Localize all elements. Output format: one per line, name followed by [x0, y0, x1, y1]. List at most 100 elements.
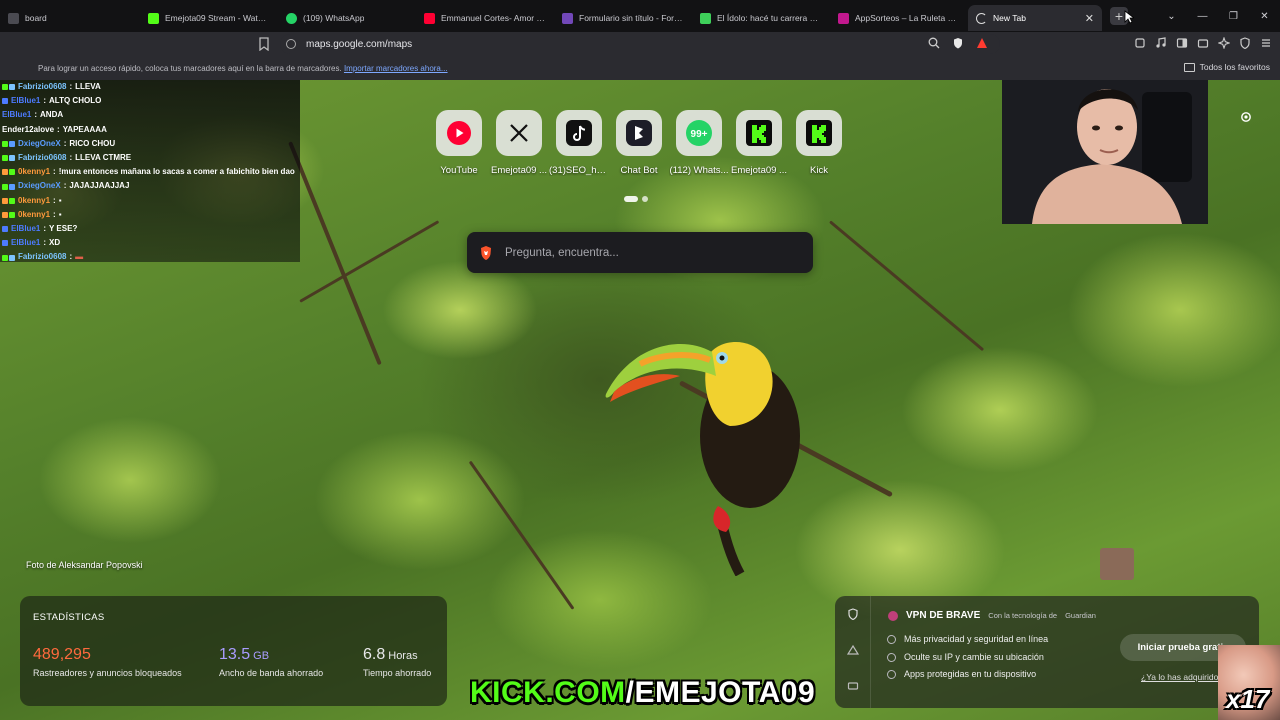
- chat-message: 0kenny1: ▪: [2, 194, 300, 208]
- photo-credit[interactable]: Foto de Aleksandar Popovski: [26, 560, 143, 570]
- vpn-shield-icon[interactable]: [847, 608, 859, 620]
- media-icon[interactable]: [1155, 37, 1167, 49]
- chat-message: DxiegOneX: RICO CHOU: [2, 137, 300, 151]
- tab-2[interactable]: (109) WhatsApp: [278, 5, 416, 31]
- talk-icon[interactable]: [847, 644, 859, 656]
- tab-label: board: [25, 13, 47, 23]
- shortcut-label: (112) Whats...: [669, 165, 729, 176]
- chat-message: ElBlue1: ANDA: [2, 108, 300, 122]
- tab-favicon: [8, 12, 19, 24]
- tab-4[interactable]: Formulario sin título - Formula: [554, 5, 692, 31]
- pager-dot[interactable]: [642, 196, 648, 202]
- kick-icon: [796, 110, 842, 156]
- time-value: 6.8: [363, 646, 386, 663]
- chat-user: Ender12alove: [2, 124, 55, 134]
- tab-label: El Ídolo: hacé tu carrera en la: [717, 13, 822, 23]
- guardian-logo: Guardian: [1065, 611, 1096, 620]
- shortcut-whatsapp[interactable]: 99+ (112) Whats...: [670, 110, 728, 176]
- chat-text: RICO CHOU: [69, 138, 116, 148]
- import-bookmarks-link[interactable]: Importar marcadores ahora...: [344, 64, 448, 73]
- tab-new-tab[interactable]: New Tab ✕: [968, 5, 1102, 31]
- zoom-icon[interactable]: [928, 37, 940, 49]
- vpn-header: VPN DE BRAVE Con la tecnología de Guardi…: [888, 610, 1096, 621]
- extensions-icon[interactable]: [1134, 37, 1146, 49]
- tab-label: AppSorteos – La Ruleta de la S: [855, 13, 960, 23]
- pager-dot-active[interactable]: [624, 196, 638, 202]
- tab-1[interactable]: Emejota09 Stream - Watch Live: [140, 5, 278, 31]
- chat-message: 0kenny1: !mura entonces mañana lo sacas a…: [2, 165, 300, 179]
- shortcut-emejota-kick[interactable]: Emejota09 ...: [731, 110, 787, 176]
- already-purchased-link[interactable]: ¿Ya lo has adquirido?: [1141, 672, 1223, 682]
- trackers-label: Rastreadores y anuncios bloqueados: [33, 668, 182, 678]
- shortcut-label: Emejota09 ...: [491, 165, 547, 176]
- kick-icon: [736, 110, 782, 156]
- chat-text: LLEVA: [75, 82, 101, 91]
- tab-label: New Tab: [993, 13, 1026, 23]
- tiktok-icon: [556, 110, 602, 156]
- sidebar-icon[interactable]: [1176, 37, 1188, 49]
- news-icon[interactable]: [847, 680, 859, 692]
- chat-user: ElBlue1: [2, 110, 32, 120]
- shortcut-label: Kick: [810, 165, 828, 176]
- youtube-icon: [436, 110, 482, 156]
- x-icon: [496, 110, 542, 156]
- tab-search-icon[interactable]: ⌄: [1156, 11, 1187, 22]
- shortcut-chat-bot[interactable]: Chat Bot: [616, 110, 662, 176]
- vpn-feature-text: Apps protegidas en tu dispositivo: [904, 669, 1037, 679]
- restore-icon[interactable]: ❐: [1218, 11, 1249, 22]
- webcam-overlay: [1002, 80, 1208, 224]
- menu-icon[interactable]: [1260, 37, 1272, 49]
- appsorteos-icon: [838, 12, 849, 24]
- site-info-icon[interactable]: [286, 39, 296, 49]
- mouse-cursor-icon: [1124, 10, 1134, 24]
- search-box[interactable]: [467, 232, 813, 273]
- leo-ai-icon[interactable]: [1218, 37, 1230, 49]
- all-favorites-button[interactable]: Todos los favoritos: [1183, 62, 1270, 72]
- bandwidth-label: Ancho de banda ahorrado: [219, 668, 324, 678]
- wallet-icon[interactable]: [1197, 37, 1209, 49]
- shortcut-kick[interactable]: Kick: [796, 110, 842, 176]
- bookmark-icon[interactable]: [258, 37, 270, 51]
- streamer-image: [1002, 80, 1208, 224]
- vpn-title: VPN DE BRAVE: [906, 610, 981, 621]
- tab-label: Formulario sin título - Formula: [579, 13, 684, 23]
- vpn-logo-icon: [888, 610, 898, 621]
- chat-message: ElBlue1: Y ESE?: [2, 222, 300, 236]
- chat-message: DxiegOneX: JAJAJJAAJJAJ: [2, 179, 300, 193]
- tab-0[interactable]: board: [0, 5, 140, 31]
- chat-message: Fabrizio0608: LLEVA CTMRE: [2, 151, 300, 165]
- vpn-icon[interactable]: [1239, 37, 1251, 49]
- shortcut-seo[interactable]: (31)SEO_ho...: [549, 110, 609, 176]
- tab-label: (109) WhatsApp: [303, 13, 365, 23]
- idolo-icon: [700, 12, 711, 24]
- settings-gear-icon[interactable]: [1239, 110, 1253, 124]
- brave-rewards-icon[interactable]: [976, 37, 988, 49]
- whatsapp-icon: [286, 12, 297, 24]
- kick-banner-channel: /EMEJOTA09: [625, 676, 816, 709]
- chat-user: 0kenny1: [18, 167, 51, 177]
- address-bar[interactable]: maps.google.com/maps: [280, 34, 1000, 54]
- close-icon[interactable]: ✕: [1085, 12, 1094, 25]
- shortcut-youtube[interactable]: YouTube: [436, 110, 482, 176]
- tab-5[interactable]: El Ídolo: hacé tu carrera en la: [692, 5, 830, 31]
- shortcut-label: Chat Bot: [620, 165, 658, 176]
- chat-user: ElBlue1: [11, 238, 41, 248]
- tab-label: Emmanuel Cortes- Amor (Official: [441, 13, 546, 23]
- bookmarks-hint: Para lograr un acceso rápido, coloca tus…: [38, 64, 448, 73]
- brave-shields-icon[interactable]: [952, 37, 964, 49]
- minimize-icon[interactable]: —: [1187, 11, 1218, 22]
- chat-message: ElBlue1: ALTQ CHOLO: [2, 94, 300, 108]
- chat-user: 0kenny1: [18, 209, 51, 219]
- tab-6[interactable]: AppSorteos – La Ruleta de la S: [830, 5, 968, 31]
- chat-user: Fabrizio0608: [18, 82, 67, 91]
- folder-icon: [1183, 62, 1195, 72]
- search-input[interactable]: [505, 246, 785, 259]
- shortcut-label: Emejota09 ...: [731, 165, 787, 176]
- vpn-feature: Apps protegidas en tu dispositivo: [887, 669, 1036, 679]
- shortcut-emejota-x[interactable]: Emejota09 ...: [491, 110, 547, 176]
- tab-3[interactable]: Emmanuel Cortes- Amor (Official: [416, 5, 554, 31]
- chat-text: ALTQ CHOLO: [49, 96, 102, 106]
- close-window-icon[interactable]: ✕: [1249, 11, 1280, 22]
- youtube-icon: [424, 12, 435, 24]
- vpn-feature-text: Oculte su IP y cambie su ubicación: [904, 652, 1044, 662]
